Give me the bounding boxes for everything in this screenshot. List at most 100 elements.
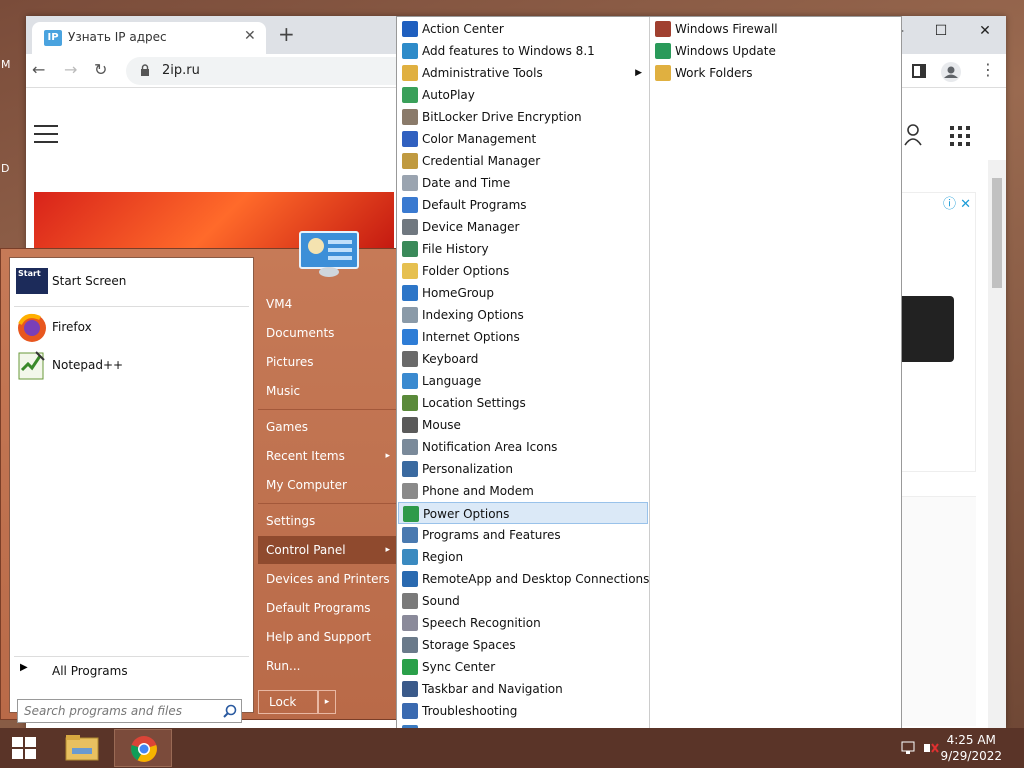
cp-item-region[interactable]: Region — [398, 546, 648, 568]
forward-arrow-icon[interactable]: → — [64, 60, 77, 79]
pinned-item-start-screen[interactable]: Start Start Screen — [14, 264, 249, 300]
cp-item-taskbar-and-navigation[interactable]: Taskbar and Navigation — [398, 678, 648, 700]
close-tab-icon[interactable]: ✕ — [244, 28, 256, 44]
cp-item-internet-options[interactable]: Internet Options — [398, 326, 648, 348]
start-item-run[interactable]: Run... — [258, 652, 396, 680]
tray-network-sound-icons[interactable] — [900, 740, 940, 756]
cp-item-windows-firewall[interactable]: Windows Firewall — [651, 18, 897, 40]
reload-icon[interactable]: ↻ — [94, 60, 107, 79]
cp-item-date-and-time[interactable]: Date and Time — [398, 172, 648, 194]
remoteapp-and-desktop-connections-icon — [402, 571, 418, 587]
cp-item-color-management[interactable]: Color Management — [398, 128, 648, 150]
pinned-item-label: Firefox — [52, 320, 92, 334]
pinned-item-notepadpp[interactable]: Notepad++ — [14, 348, 249, 384]
cp-item-homegroup[interactable]: HomeGroup — [398, 282, 648, 304]
cp-item-label: Date and Time — [422, 176, 511, 190]
cp-item-file-history[interactable]: File History — [398, 238, 648, 260]
cp-item-storage-spaces[interactable]: Storage Spaces — [398, 634, 648, 656]
start-item-vm4[interactable]: VM4 — [258, 290, 396, 318]
lock-button[interactable]: Lock — [258, 690, 318, 714]
browser-tab[interactable]: IP Узнать IP адрес ✕ — [32, 22, 266, 54]
cp-item-default-programs[interactable]: Default Programs — [398, 194, 648, 216]
cp-item-label: Programs and Features — [422, 528, 561, 542]
start-item-music[interactable]: Music — [258, 377, 396, 405]
start-item-default-programs[interactable]: Default Programs — [258, 594, 396, 622]
notification-area-icons-icon — [402, 439, 418, 455]
cp-item-administrative-tools[interactable]: Administrative Tools ▶ — [398, 62, 648, 84]
start-item-settings[interactable]: Settings — [258, 507, 396, 535]
start-button[interactable] — [0, 728, 48, 768]
cp-item-work-folders[interactable]: Work Folders — [651, 62, 897, 84]
ad-info-icon[interactable]: ⓘ ✕ — [943, 193, 971, 212]
cp-item-label: Keyboard — [422, 352, 479, 366]
cp-item-sound[interactable]: Sound — [398, 590, 648, 612]
start-item-devices-printers[interactable]: Devices and Printers — [258, 565, 396, 593]
cp-item-bitlocker-drive-encryption[interactable]: BitLocker Drive Encryption — [398, 106, 648, 128]
chrome-taskbar-button[interactable] — [114, 729, 172, 767]
chevron-right-icon: ▸ — [385, 451, 390, 461]
cp-item-keyboard[interactable]: Keyboard — [398, 348, 648, 370]
cp-item-sync-center[interactable]: Sync Center — [398, 656, 648, 678]
cp-item-autoplay[interactable]: AutoPlay — [398, 84, 648, 106]
start-item-recent-items[interactable]: Recent Items ▸ — [258, 442, 396, 470]
maximize-button[interactable]: ☐ — [920, 16, 962, 46]
lock-options-arrow-button[interactable]: ▸ — [318, 690, 336, 714]
scrollbar-thumb[interactable] — [992, 178, 1002, 288]
cp-item-label: Action Center — [422, 22, 504, 36]
start-item-my-computer[interactable]: My Computer — [258, 471, 396, 499]
sidebar-icon[interactable] — [912, 64, 926, 78]
pinned-item-firefox[interactable]: Firefox — [14, 310, 249, 346]
cp-item-label: Notification Area Icons — [422, 440, 558, 454]
close-window-button[interactable]: ✕ — [964, 16, 1006, 46]
desktop-icon-label[interactable]: M — [1, 58, 11, 71]
tray-clock[interactable]: 4:25 AM 9/29/2022 — [940, 732, 1002, 764]
location-settings-icon — [402, 395, 418, 411]
start-item-pictures[interactable]: Pictures — [258, 348, 396, 376]
cp-item-label: Indexing Options — [422, 308, 524, 322]
cp-item-label: Power Options — [423, 507, 510, 521]
cp-item-programs-and-features[interactable]: Programs and Features — [398, 524, 648, 546]
search-input[interactable]: Search programs and files — [17, 699, 242, 723]
cp-item-device-manager[interactable]: Device Manager — [398, 216, 648, 238]
file-explorer-icon[interactable] — [58, 730, 106, 766]
start-item-control-panel[interactable]: Control Panel ▸ — [258, 536, 396, 564]
all-programs-button[interactable]: ▶ All Programs — [14, 660, 249, 682]
cp-item-notification-area-icons[interactable]: Notification Area Icons — [398, 436, 648, 458]
hamburger-menu-icon[interactable] — [34, 125, 58, 143]
user-picture-icon[interactable] — [298, 230, 360, 278]
cp-item-folder-options[interactable]: Folder Options — [398, 260, 648, 282]
cp-item-location-settings[interactable]: Location Settings — [398, 392, 648, 414]
cp-item-language[interactable]: Language — [398, 370, 648, 392]
page-scrollbar[interactable] — [988, 160, 1006, 768]
cp-item-personalization[interactable]: Personalization — [398, 458, 648, 480]
cp-item-remoteapp-and-desktop-connections[interactable]: RemoteApp and Desktop Connections — [398, 568, 649, 590]
cp-item-windows-update[interactable]: Windows Update — [651, 40, 897, 62]
search-icon[interactable] — [223, 704, 237, 718]
cp-item-label: Language — [422, 374, 482, 388]
cp-item-credential-manager[interactable]: Credential Manager — [398, 150, 648, 172]
indexing-options-icon — [402, 307, 418, 323]
favicon-icon: IP — [44, 30, 62, 46]
cp-item-phone-and-modem[interactable]: Phone and Modem — [398, 480, 648, 502]
profile-icon[interactable] — [940, 61, 962, 83]
cp-item-speech-recognition[interactable]: Speech Recognition — [398, 612, 648, 634]
start-item-documents[interactable]: Documents — [258, 319, 396, 347]
cp-item-label: Device Manager — [422, 220, 520, 234]
desktop-icon-label[interactable]: D — [1, 162, 9, 175]
cp-item-mouse[interactable]: Mouse — [398, 414, 648, 436]
start-item-label: Pictures — [266, 355, 314, 369]
taskbar: 4:25 AM 9/29/2022 — [0, 728, 1024, 768]
start-item-games[interactable]: Games — [258, 413, 396, 441]
apps-grid-icon[interactable] — [950, 126, 970, 146]
cp-item-action-center[interactable]: Action Center — [398, 18, 648, 40]
menu-kebab-icon[interactable]: ⋮ — [980, 60, 996, 79]
new-tab-button[interactable]: + — [278, 24, 295, 44]
cp-item-troubleshooting[interactable]: Troubleshooting — [398, 700, 648, 722]
user-account-icon[interactable] — [904, 124, 922, 146]
cp-item-power-options[interactable]: Power Options — [398, 502, 648, 524]
cp-item-indexing-options[interactable]: Indexing Options — [398, 304, 648, 326]
divider — [258, 503, 396, 504]
cp-item-add-features-to-windows-8-1[interactable]: Add features to Windows 8.1 — [398, 40, 648, 62]
start-item-help-support[interactable]: Help and Support — [258, 623, 396, 651]
back-arrow-icon[interactable]: ← — [32, 60, 45, 79]
